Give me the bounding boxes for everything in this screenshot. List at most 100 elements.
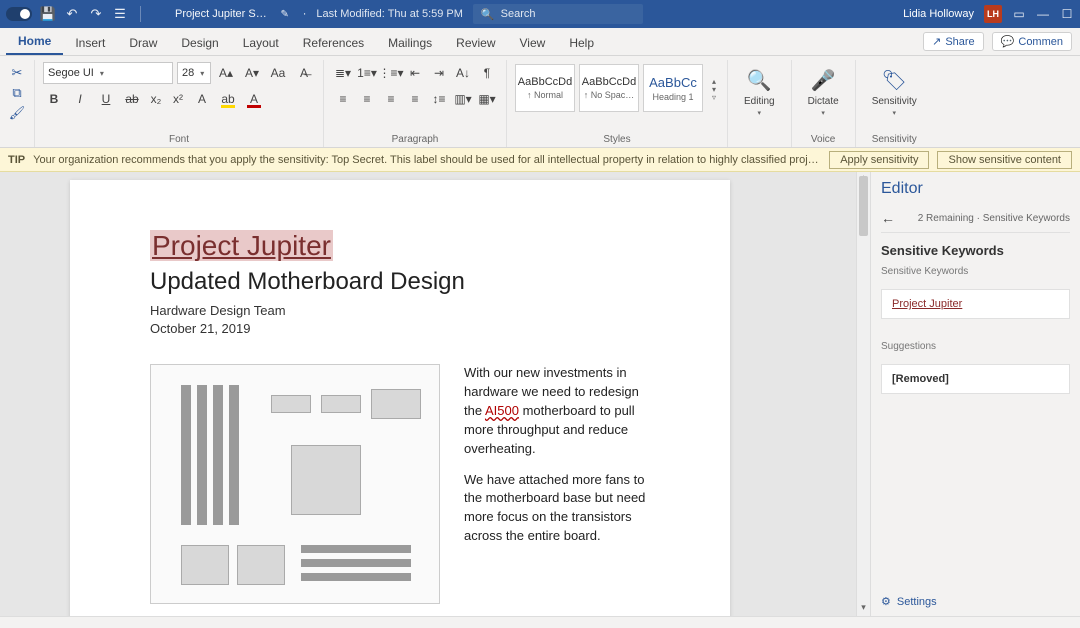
group-font: Segoe UI▾ 28▾ A▴ A▾ Aa A̶ B I U ab x₂ x²… <box>35 60 324 147</box>
style-no-spacing[interactable]: AaBbCcDd ↑ No Spac… <box>579 64 639 112</box>
shrink-font-icon[interactable]: A▾ <box>241 62 263 84</box>
doc-subtitle[interactable]: Updated Motherboard Design <box>150 268 650 296</box>
tab-view[interactable]: View <box>508 30 558 55</box>
policy-tip-bar: TIP Your organization recommends that yo… <box>0 148 1080 172</box>
sensitivity-button[interactable]: 🏷 Sensitivity ▾ <box>864 62 925 117</box>
dictate-button[interactable]: 🎤 Dictate ▾ <box>800 62 847 117</box>
increase-indent-icon[interactable]: ⇥ <box>428 62 450 84</box>
rename-icon[interactable]: ✎ <box>277 6 293 22</box>
tab-insert[interactable]: Insert <box>63 30 117 55</box>
bold-button[interactable]: B <box>43 88 65 110</box>
ribbon-options-icon[interactable]: ▭ <box>1012 7 1026 21</box>
show-marks-icon[interactable]: ¶ <box>476 62 498 84</box>
font-size-combo[interactable]: 28▾ <box>177 62 211 84</box>
tab-mailings[interactable]: Mailings <box>376 30 444 55</box>
line-spacing-icon[interactable]: ↕≡ <box>428 88 450 110</box>
ribbon: ✂ ⧉ 🖌 Segoe UI▾ 28▾ A▴ A▾ Aa A̶ B I <box>0 56 1080 148</box>
doc-author[interactable]: Hardware Design Team <box>150 302 650 320</box>
tab-home[interactable]: Home <box>6 28 63 55</box>
flagged-keyword-ai500[interactable]: AI500 <box>485 403 519 418</box>
group-voice: 🎤 Dictate ▾ Voice <box>792 60 856 147</box>
cut-icon[interactable]: ✂ <box>8 66 26 80</box>
undo-icon[interactable]: ↶ <box>64 6 80 22</box>
shading-icon[interactable]: ▥▾ <box>452 88 474 110</box>
change-case-icon[interactable]: Aa <box>267 62 289 84</box>
editor-section-sub: Sensitive Keywords <box>881 266 1070 277</box>
grow-font-icon[interactable]: A▴ <box>215 62 237 84</box>
numbering-icon[interactable]: 1≡▾ <box>356 62 378 84</box>
document-area[interactable]: Project Jupiter Updated Motherboard Desi… <box>0 172 856 616</box>
doc-paragraph-2[interactable]: We have attached more fans to the mother… <box>464 471 650 546</box>
superscript-button[interactable]: x² <box>169 88 187 110</box>
format-painter-icon[interactable]: 🖌 <box>8 106 26 120</box>
user-avatar[interactable]: LH <box>984 5 1002 23</box>
editor-keyword-card[interactable]: Project Jupiter <box>881 289 1070 319</box>
align-right-icon[interactable]: ≡ <box>380 88 402 110</box>
multilevel-icon[interactable]: ⋮≡▾ <box>380 62 402 84</box>
user-name[interactable]: Lidia Holloway <box>903 8 974 20</box>
doc-title-highlighted[interactable]: Project Jupiter <box>150 230 333 261</box>
find-icon: 🔍 <box>747 66 772 94</box>
align-center-icon[interactable]: ≡ <box>356 88 378 110</box>
scroll-thumb[interactable] <box>859 176 868 236</box>
highlight-button[interactable]: ab <box>217 88 239 110</box>
save-icon[interactable]: 💾 <box>40 6 56 22</box>
strikethrough-button[interactable]: ab <box>121 88 143 110</box>
document-page[interactable]: Project Jupiter Updated Motherboard Desi… <box>70 180 730 616</box>
underline-button[interactable]: U <box>95 88 117 110</box>
editing-dropdown[interactable]: 🔍 Editing ▾ <box>736 62 783 117</box>
tab-references[interactable]: References <box>291 30 376 55</box>
font-name-combo[interactable]: Segoe UI▾ <box>43 62 173 84</box>
document-title: Project Jupiter S… <box>175 8 267 20</box>
font-color-button[interactable]: A <box>243 88 265 110</box>
style-heading1[interactable]: AaBbCc Heading 1 <box>643 64 703 112</box>
group-paragraph: ≣▾ 1≡▾ ⋮≡▾ ⇤ ⇥ A↓ ¶ ≡ ≡ ≡ ≡ ↕≡ ▥▾ ▦▾ <box>324 60 507 147</box>
tab-help[interactable]: Help <box>557 30 606 55</box>
doc-paragraph-1[interactable]: With our new investments in hardware we … <box>464 364 650 458</box>
status-bar <box>0 616 1080 628</box>
autosave-toggle[interactable] <box>6 7 32 21</box>
workspace: Project Jupiter Updated Motherboard Desi… <box>0 172 1080 616</box>
comment-icon: 💬 <box>1001 35 1015 48</box>
clear-format-icon[interactable]: A̶ <box>293 62 315 84</box>
policy-tip-lead: TIP <box>8 154 25 166</box>
editor-pane: Editor ← 2 Remaining · Sensitive Keyword… <box>870 172 1080 616</box>
editor-back-icon[interactable]: ← <box>881 210 895 226</box>
group-styles: AaBbCcDd ↑ Normal AaBbCcDd ↑ No Spac… Aa… <box>507 60 728 147</box>
decrease-indent-icon[interactable]: ⇤ <box>404 62 426 84</box>
sort-icon[interactable]: A↓ <box>452 62 474 84</box>
editor-suggestion-removed[interactable]: [Removed] <box>881 364 1070 394</box>
tab-layout[interactable]: Layout <box>231 30 291 55</box>
editor-section-heading: Sensitive Keywords <box>881 243 1070 258</box>
style-normal[interactable]: AaBbCcDd ↑ Normal <box>515 64 575 112</box>
justify-icon[interactable]: ≡ <box>404 88 426 110</box>
italic-button[interactable]: I <box>69 88 91 110</box>
copy-icon[interactable]: ⧉ <box>8 86 26 100</box>
subscript-button[interactable]: x₂ <box>147 88 165 110</box>
show-sensitive-content-button[interactable]: Show sensitive content <box>937 151 1072 169</box>
maximize-icon[interactable]: ☐ <box>1060 7 1074 21</box>
borders-icon[interactable]: ▦▾ <box>476 88 498 110</box>
minimize-icon[interactable]: — <box>1036 7 1050 21</box>
align-left-icon[interactable]: ≡ <box>332 88 354 110</box>
styles-gallery-more[interactable]: ▴▾▿ <box>707 77 719 99</box>
scroll-down-icon[interactable]: ▾ <box>857 602 870 616</box>
touch-mode-icon[interactable]: ☰ <box>112 6 128 22</box>
text-effects-icon[interactable]: A <box>191 88 213 110</box>
editor-settings-link[interactable]: ⚙ Settings <box>881 585 1070 608</box>
tab-draw[interactable]: Draw <box>117 30 169 55</box>
tab-design[interactable]: Design <box>169 30 230 55</box>
bullets-icon[interactable]: ≣▾ <box>332 62 354 84</box>
search-box[interactable]: 🔍 Search <box>473 4 643 24</box>
doc-date[interactable]: October 21, 2019 <box>150 320 650 338</box>
share-button[interactable]: ↗Share <box>923 32 984 51</box>
comments-button[interactable]: 💬Commen <box>992 32 1072 51</box>
mic-icon: 🎤 <box>811 66 836 94</box>
share-icon: ↗ <box>932 35 941 48</box>
search-icon: 🔍 <box>481 8 495 21</box>
apply-sensitivity-button[interactable]: Apply sensitivity <box>829 151 929 169</box>
tab-review[interactable]: Review <box>444 30 507 55</box>
redo-icon[interactable]: ↷ <box>88 6 104 22</box>
vertical-scrollbar[interactable]: ▴ ▾ <box>856 172 870 616</box>
sensitivity-icon: 🏷 <box>882 66 907 94</box>
